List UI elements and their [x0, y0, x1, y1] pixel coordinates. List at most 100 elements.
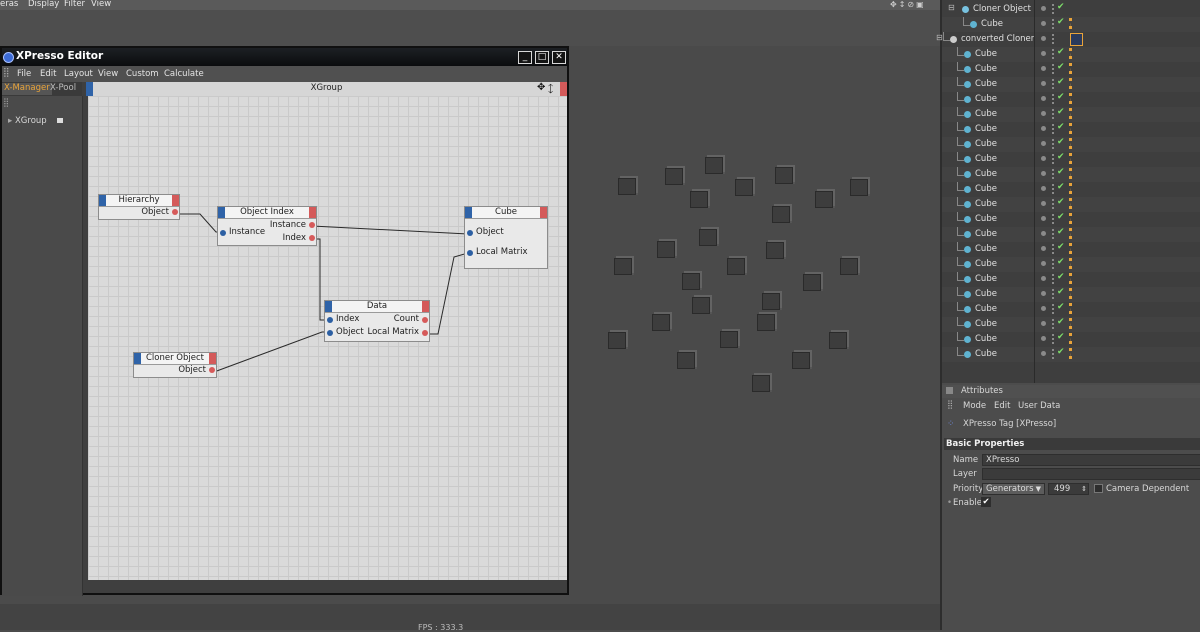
- visibility-dot-icon[interactable]: [1041, 51, 1046, 56]
- menu-layout[interactable]: Layout: [64, 69, 93, 79]
- enabled-check-icon[interactable]: ✔: [1057, 77, 1065, 87]
- section-basic-properties[interactable]: Basic Properties: [944, 438, 1200, 450]
- 3d-viewport[interactable]: [570, 46, 940, 604]
- menu-view[interactable]: View: [98, 69, 118, 79]
- keyframe-dot-icon[interactable]: •: [947, 498, 952, 508]
- input-port-local-matrix[interactable]: [467, 250, 473, 256]
- menu-edit[interactable]: Edit: [40, 69, 56, 79]
- phong-tag-icon[interactable]: [1069, 288, 1078, 299]
- visibility-dot-icon[interactable]: [1041, 291, 1046, 296]
- object-row[interactable]: Cube ✔: [942, 17, 1200, 32]
- menu-file[interactable]: File: [17, 69, 31, 79]
- menu-display[interactable]: Display: [28, 0, 59, 9]
- tab-x-manager[interactable]: X-Manager: [2, 83, 52, 95]
- enabled-check-icon[interactable]: ✔: [1057, 227, 1065, 237]
- object-row[interactable]: Cube ✔: [942, 92, 1200, 107]
- visibility-dot-icon[interactable]: [1041, 96, 1046, 101]
- visibility-dot-icon[interactable]: [1041, 321, 1046, 326]
- object-manager[interactable]: ⊟ Cloner Object ✔ Cube ✔ ⊟ converted Cloner Cub…: [936, 0, 1200, 383]
- group-output-corner[interactable]: [560, 82, 567, 96]
- enabled-check-icon[interactable]: ✔: [1057, 347, 1065, 357]
- xpresso-title-bar[interactable]: XPresso Editor _ □ ✕: [2, 48, 567, 66]
- enabled-check-icon[interactable]: ✔: [1057, 152, 1065, 162]
- minimize-button[interactable]: _: [518, 51, 532, 64]
- object-row[interactable]: Cube ✔: [942, 257, 1200, 272]
- close-button[interactable]: ✕: [552, 51, 566, 64]
- visibility-dot-icon[interactable]: [1041, 6, 1046, 11]
- enabled-check-icon[interactable]: ✔: [1057, 182, 1065, 192]
- phong-tag-icon[interactable]: [1069, 138, 1078, 149]
- node-header[interactable]: Cube: [465, 207, 547, 219]
- phong-tag-icon[interactable]: [1069, 243, 1078, 254]
- output-port-object[interactable]: [172, 209, 178, 215]
- phong-tag-icon[interactable]: [1069, 123, 1078, 134]
- node-object-index[interactable]: Object Index Instance Instance Index: [217, 206, 317, 246]
- enabled-check-icon[interactable]: ✔: [1057, 272, 1065, 282]
- visibility-dot-icon[interactable]: [1041, 21, 1046, 26]
- input-port-object[interactable]: [327, 330, 333, 336]
- input-port-object[interactable]: [467, 230, 473, 236]
- tree-item-xgroup[interactable]: ▸ XGroup: [8, 116, 64, 128]
- enabled-check-icon[interactable]: ✔: [1057, 17, 1065, 27]
- phong-tag-icon[interactable]: [1069, 63, 1078, 74]
- enabled-check-icon[interactable]: ✔: [1057, 317, 1065, 327]
- enabled-check-icon[interactable]: ✔: [1057, 2, 1065, 12]
- menu-cameras[interactable]: eras: [0, 0, 18, 9]
- node-data[interactable]: Data Index Object Count Local Matrix: [324, 300, 430, 342]
- object-row[interactable]: Cube ✔: [942, 317, 1200, 332]
- phong-tag-icon[interactable]: [1069, 153, 1078, 164]
- visibility-dot-icon[interactable]: [1041, 246, 1046, 251]
- phong-tag-icon[interactable]: [1069, 183, 1078, 194]
- enabled-check-icon[interactable]: ✔: [1057, 92, 1065, 102]
- menu-user-data[interactable]: User Data: [1018, 401, 1060, 411]
- xgroup-header[interactable]: XGroup ✥ 🡙: [86, 82, 567, 96]
- output-port-local-matrix[interactable]: [422, 330, 428, 336]
- visibility-dot-icon[interactable]: [1041, 36, 1046, 41]
- collapse-icon[interactable]: ⊟: [936, 33, 943, 42]
- object-row[interactable]: Cube ✔: [942, 167, 1200, 182]
- enabled-check-icon[interactable]: ✔: [1057, 47, 1065, 57]
- layer-field[interactable]: [982, 468, 1200, 480]
- object-row[interactable]: Cube ✔: [942, 212, 1200, 227]
- menu-filter[interactable]: Filter: [64, 0, 85, 9]
- node-cloner-object[interactable]: Cloner Object Object: [133, 352, 217, 378]
- node-cube[interactable]: Cube Object Local Matrix: [464, 206, 548, 269]
- visibility-dot-icon[interactable]: [1041, 351, 1046, 356]
- expand-arrow-icon[interactable]: ▸: [8, 116, 12, 126]
- object-row[interactable]: Cube ✔: [942, 62, 1200, 77]
- phong-tag-icon[interactable]: [1069, 303, 1078, 314]
- input-port-index[interactable]: [327, 317, 333, 323]
- object-row[interactable]: Cube ✔: [942, 287, 1200, 302]
- phong-tag-icon[interactable]: [1069, 78, 1078, 89]
- phong-tag-icon[interactable]: [1069, 273, 1078, 284]
- output-port-object[interactable]: [209, 367, 215, 373]
- phong-tag-icon[interactable]: [1069, 228, 1078, 239]
- object-row[interactable]: Cube ✔: [942, 137, 1200, 152]
- enabled-check-icon[interactable]: ✔: [1057, 257, 1065, 267]
- object-row[interactable]: Cube ✔: [942, 272, 1200, 287]
- visibility-dot-icon[interactable]: [1041, 276, 1046, 281]
- visibility-dot-icon[interactable]: [1041, 171, 1046, 176]
- menu-calculate[interactable]: Calculate: [164, 69, 204, 79]
- node-hierarchy[interactable]: Hierarchy Object: [98, 194, 180, 220]
- stepper-icon[interactable]: ⇕: [1081, 484, 1087, 494]
- enabled-check-icon[interactable]: ✔: [1057, 332, 1065, 342]
- viewport-nav-icons[interactable]: ✥↕⊘▣: [890, 0, 940, 10]
- object-row[interactable]: Cube ✔: [942, 347, 1200, 362]
- phong-tag-icon[interactable]: [1069, 168, 1078, 179]
- maximize-button[interactable]: □: [535, 51, 549, 64]
- menu-view[interactable]: View: [91, 0, 111, 9]
- object-row[interactable]: Cube ✔: [942, 122, 1200, 137]
- pan-icon[interactable]: ✥: [537, 82, 545, 93]
- priority-number-field[interactable]: 499 ⇕: [1048, 483, 1089, 495]
- output-port-count[interactable]: [422, 317, 428, 323]
- phong-tag-icon[interactable]: [1069, 93, 1078, 104]
- visibility-dot-icon[interactable]: [1041, 231, 1046, 236]
- phong-tag-icon[interactable]: [1069, 348, 1078, 359]
- visibility-dot-icon[interactable]: [1041, 336, 1046, 341]
- priority-select[interactable]: Generators ▼: [982, 483, 1045, 495]
- collapse-icon[interactable]: ⊟: [948, 3, 955, 12]
- visibility-dot-icon[interactable]: [1041, 66, 1046, 71]
- enabled-check-icon[interactable]: ✔: [1057, 242, 1065, 252]
- phong-tag-icon[interactable]: [1069, 48, 1078, 59]
